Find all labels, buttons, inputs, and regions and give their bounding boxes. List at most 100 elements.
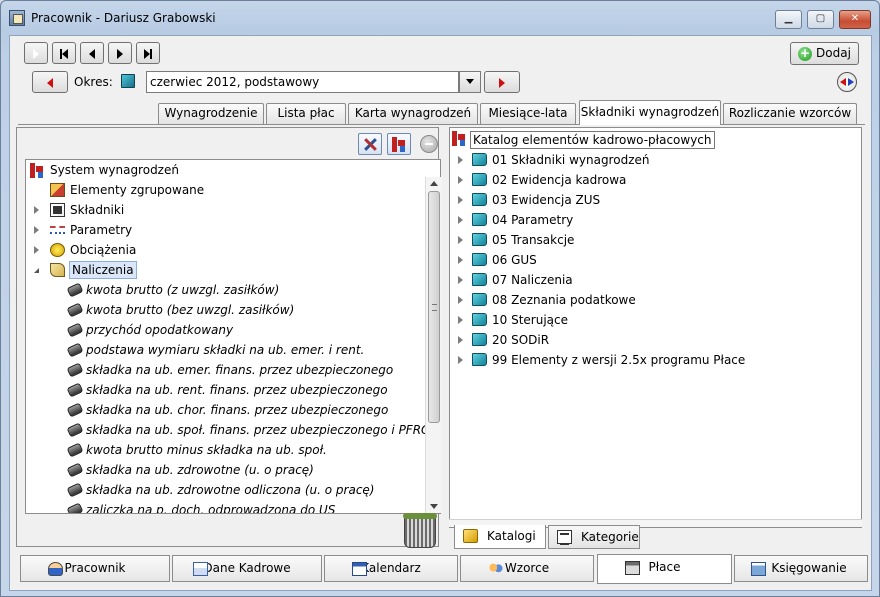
tree-item-label: Elementy zgrupowane bbox=[70, 183, 205, 197]
footer-tab-pracownik[interactable]: Pracownik bbox=[20, 555, 170, 582]
last-bar-icon bbox=[150, 48, 152, 59]
system-logo-icon bbox=[30, 163, 44, 178]
record-new-button[interactable] bbox=[24, 42, 48, 64]
switch-arrows-button[interactable] bbox=[837, 72, 857, 92]
recycle-bin-icon[interactable] bbox=[403, 513, 437, 548]
tree-leaf-label: kwota brutto minus składka na ub. społ. bbox=[86, 443, 327, 457]
expand-arrow-icon[interactable] bbox=[34, 246, 39, 254]
expand-arrow-icon[interactable] bbox=[458, 316, 463, 324]
expand-arrow-icon[interactable] bbox=[458, 216, 463, 224]
pill-icon bbox=[66, 422, 84, 438]
footer-tab-place[interactable]: Płace bbox=[597, 554, 732, 584]
window-title: Pracownik - Dariusz Grabowski bbox=[31, 11, 216, 25]
footer-tab-wzorce[interactable]: Wzorce bbox=[460, 555, 594, 582]
expand-arrow-icon[interactable] bbox=[458, 236, 463, 244]
expand-arrow-icon[interactable] bbox=[458, 296, 463, 304]
collapse-arrow-icon[interactable] bbox=[34, 268, 39, 273]
pill-icon bbox=[66, 502, 84, 513]
expand-arrow-icon[interactable] bbox=[458, 256, 463, 264]
red-right-arrow-icon bbox=[499, 77, 505, 88]
open-book-icon[interactable] bbox=[121, 74, 135, 88]
footer-tab-dane-kadrowe[interactable]: Dane Kadrowe bbox=[172, 555, 322, 582]
book-icon bbox=[472, 153, 487, 166]
tab-label: Pracownik bbox=[64, 561, 126, 575]
book-icon bbox=[472, 313, 487, 326]
pill-icon bbox=[66, 462, 84, 478]
catalog-item-label: 08 Zeznania podatkowe bbox=[492, 293, 636, 307]
record-last-button[interactable] bbox=[136, 42, 160, 64]
expand-arrow-icon[interactable] bbox=[458, 176, 463, 184]
app-window: Pracownik - Dariusz Grabowski ▁ ▢ ✕ + Dod… bbox=[0, 0, 880, 597]
footer-tab-kalendarz[interactable]: Kalendarz bbox=[324, 555, 458, 582]
expand-arrow-icon[interactable] bbox=[458, 356, 463, 364]
system-button[interactable] bbox=[387, 133, 411, 155]
book-icon bbox=[472, 273, 487, 286]
expand-arrow-icon[interactable] bbox=[458, 276, 463, 284]
scroll-thumb[interactable] bbox=[428, 191, 440, 423]
catalog-folder-icon bbox=[463, 529, 478, 543]
system-logo-icon bbox=[452, 131, 466, 146]
tab-skladniki-wynagrodzen[interactable]: Składniki wynagrodzeń bbox=[579, 100, 721, 125]
tools-button[interactable] bbox=[358, 133, 382, 155]
scroll-up-icon[interactable] bbox=[430, 181, 438, 186]
add-button[interactable]: + Dodaj bbox=[790, 42, 859, 65]
tab-label: Wzorce bbox=[504, 561, 550, 575]
tab-katalogi[interactable]: Katalogi bbox=[454, 525, 546, 549]
tab-wynagrodzenie[interactable]: Wynagrodzenie bbox=[158, 103, 264, 124]
expand-arrow-icon[interactable] bbox=[34, 226, 39, 234]
period-next-button[interactable] bbox=[484, 71, 520, 93]
pill-icon bbox=[66, 322, 84, 338]
expand-arrow-icon[interactable] bbox=[458, 336, 463, 344]
catalog-item-label: 04 Parametry bbox=[492, 213, 574, 227]
tab-label: Płace bbox=[648, 560, 681, 574]
tree-item-label: Obciążenia bbox=[70, 243, 137, 257]
system-tree: System wynagrodzeń Elementy zgrupowane S… bbox=[25, 159, 441, 514]
remove-button[interactable] bbox=[420, 135, 438, 153]
categories-icon bbox=[557, 530, 572, 545]
expand-arrow-icon[interactable] bbox=[34, 206, 39, 214]
tab-miesiace-lata[interactable]: Miesiące-lata bbox=[480, 103, 576, 124]
burdens-icon bbox=[50, 243, 65, 257]
expand-arrow-icon[interactable] bbox=[458, 196, 463, 204]
components-icon bbox=[50, 203, 65, 217]
add-button-label: Dodaj bbox=[816, 46, 851, 60]
book-icon bbox=[472, 293, 487, 306]
tab-karta-wynagrodzen[interactable]: Karta wynagrodzeń bbox=[348, 103, 478, 124]
close-button[interactable]: ✕ bbox=[839, 10, 871, 29]
expand-arrow-icon[interactable] bbox=[458, 156, 463, 164]
period-prev-button[interactable] bbox=[32, 71, 68, 93]
pill-icon bbox=[66, 382, 84, 398]
tree-root-label: System wynagrodzeń bbox=[50, 163, 179, 177]
period-dropdown-button[interactable] bbox=[459, 71, 481, 93]
tab-label: Dane Kadrowe bbox=[203, 561, 291, 575]
footer-tab-ksiegowanie[interactable]: Księgowanie bbox=[734, 555, 868, 582]
pill-icon bbox=[66, 282, 84, 298]
record-next-button[interactable] bbox=[108, 42, 132, 64]
catalog-item-label: 01 Składniki wynagrodzeń bbox=[492, 153, 650, 167]
tree-scrollbar[interactable] bbox=[425, 177, 442, 513]
tab-lista-plac[interactable]: Lista płac bbox=[266, 103, 346, 124]
catalog-item-label: 20 SODiR bbox=[492, 333, 550, 347]
chevron-down-icon bbox=[466, 79, 474, 84]
title-bar: Pracownik - Dariusz Grabowski ▁ ▢ ✕ bbox=[1, 1, 879, 35]
minimize-button[interactable]: ▁ bbox=[775, 10, 802, 29]
pill-icon bbox=[66, 362, 84, 378]
tab-kategorie[interactable]: Kategorie bbox=[548, 525, 640, 549]
grouped-elements-icon bbox=[50, 183, 65, 197]
record-first-button[interactable] bbox=[52, 42, 76, 64]
tree-leaf-label: podstawa wymiaru składki na ub. emer. i … bbox=[86, 343, 365, 357]
record-prev-button[interactable] bbox=[80, 42, 104, 64]
maximize-button[interactable]: ▢ bbox=[807, 10, 834, 29]
tab-rozliczanie-wzorcow[interactable]: Rozliczanie wzorców bbox=[723, 103, 857, 124]
parameters-icon bbox=[50, 226, 65, 234]
book-icon bbox=[472, 333, 487, 346]
tools-icon bbox=[363, 137, 377, 151]
book-icon bbox=[472, 253, 487, 266]
book-icon bbox=[472, 233, 487, 246]
prev-arrow-icon bbox=[89, 48, 95, 59]
pill-icon bbox=[66, 482, 84, 498]
tab-label: Księgowanie bbox=[771, 561, 847, 575]
book-icon bbox=[472, 213, 487, 226]
scroll-down-icon[interactable] bbox=[430, 504, 438, 509]
period-combobox[interactable]: czerwiec 2012, podstawowy bbox=[146, 71, 459, 93]
